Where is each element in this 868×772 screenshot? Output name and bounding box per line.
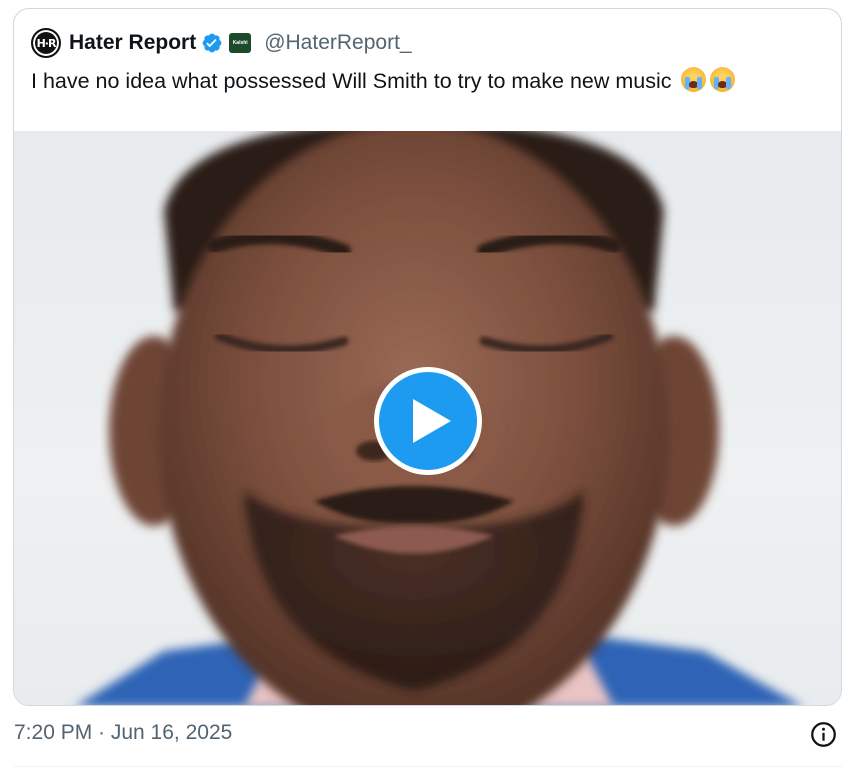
tweet-timestamp[interactable]: 7:20 PM · Jun 16, 2025	[14, 721, 232, 745]
tweet-header: H·R Hater Report Kalshi @HaterReport_	[31, 28, 412, 58]
tweet-text-content: I have no idea what possessed Will Smith…	[31, 69, 672, 93]
info-icon[interactable]	[810, 721, 837, 748]
crying-face-emoji-icon	[710, 67, 736, 92]
avatar[interactable]: H·R	[31, 28, 61, 58]
video-thumbnail[interactable]	[14, 131, 841, 705]
tweet-text: I have no idea what possessed Will Smith…	[31, 67, 831, 95]
verified-badge-icon	[202, 33, 222, 53]
play-button[interactable]	[374, 367, 482, 475]
tweet-card[interactable]: H·R Hater Report Kalshi @HaterReport_ I …	[13, 8, 842, 706]
handle[interactable]: @HaterReport_	[264, 31, 411, 55]
affiliate-badge[interactable]: Kalshi	[229, 33, 252, 53]
display-name[interactable]: Hater Report	[69, 31, 196, 55]
play-icon	[413, 399, 451, 443]
crying-face-emoji-icon	[681, 67, 707, 92]
divider	[14, 766, 842, 767]
